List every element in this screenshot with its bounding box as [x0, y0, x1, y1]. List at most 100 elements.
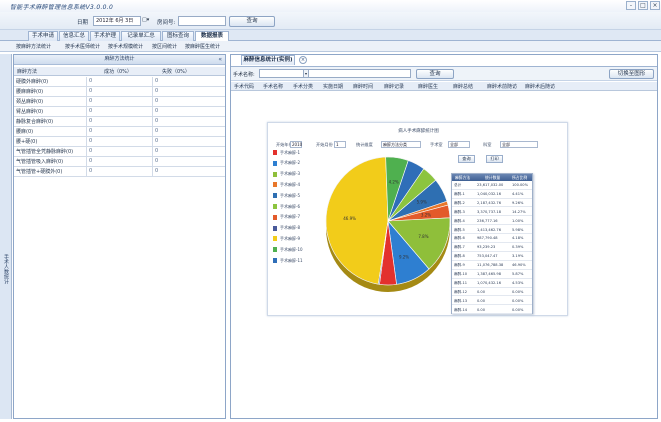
cell-divider: [152, 147, 153, 157]
subtab-by-surgeon[interactable]: 按手术医师统计: [65, 43, 100, 50]
minimize-button[interactable]: -: [626, 1, 636, 10]
pie-chart: 46.9% 4.2% 5.9% 3.2% 7.8% 9.2%: [325, 156, 451, 292]
strip-label: 手术人数统计: [3, 254, 9, 284]
query-button[interactable]: 查询: [229, 16, 275, 27]
filter-select[interactable]: 全部: [500, 141, 538, 148]
maximize-button[interactable]: □: [638, 1, 648, 10]
column-header[interactable]: 麻醉术前随访: [487, 83, 517, 90]
subtab-by-scale[interactable]: 按手术规模统计: [108, 43, 143, 50]
subtab-by-anesthetist[interactable]: 按麻醉医生统计: [185, 43, 220, 50]
stats-name: 麻醉-13: [454, 298, 468, 303]
filter-select[interactable]: 1: [334, 141, 346, 148]
pie-data-label: 46.9%: [343, 216, 356, 221]
report-panel: 麻醉信息统计(实例) × 手术名称: ▾ 查询 切换至图形 手术代码 手术名称 手术…: [230, 54, 658, 419]
report-query-button[interactable]: 查询: [458, 155, 475, 163]
column-header[interactable]: 手术名称: [263, 83, 283, 90]
filter-select[interactable]: 全部: [448, 141, 470, 148]
subtab-by-method[interactable]: 按麻醉方法统计: [16, 43, 51, 50]
stats-row: 麻醉-7 93,239.23 0.39%: [452, 243, 532, 252]
stats-pct: 100.00%: [512, 183, 528, 187]
stats-name: 麻醉-9: [454, 263, 465, 268]
stats-count: 0.00: [477, 307, 486, 312]
stats-pct: 3.19%: [512, 254, 524, 259]
stats-count: 236,777.16: [477, 218, 498, 223]
subtab-by-range[interactable]: 按区间统计: [152, 43, 177, 50]
legend-swatch: [273, 171, 277, 177]
column-header[interactable]: 成功（0%）: [104, 68, 132, 75]
column-header[interactable]: 麻醉记录: [384, 83, 404, 90]
filter-select[interactable]: 2010: [290, 141, 302, 148]
tab-surgery-nursing[interactable]: 手术护理: [90, 31, 120, 41]
surgery-name-input[interactable]: [259, 69, 411, 78]
stats-pct: 0.00%: [512, 298, 524, 303]
date-input[interactable]: 2012年 6月 3日: [93, 16, 141, 26]
dropdown-arrow-icon[interactable]: ▾: [303, 69, 309, 78]
table-row[interactable]: 腰麻麻醉(0) 0 0: [14, 87, 225, 97]
pie-slice[interactable]: [325, 156, 389, 285]
filter-select[interactable]: 麻醉方法分类: [381, 141, 421, 148]
tab-close-icon[interactable]: ×: [299, 56, 307, 64]
stats-row: 总计 23,617,032.00 100.00%: [452, 181, 532, 190]
table-row[interactable]: 腰+硬(0) 0 0: [14, 137, 225, 147]
report-toolbar: 手术名称: ▾ 查询 切换至图形: [231, 66, 657, 81]
tab-surgery-request[interactable]: 手术申请: [28, 31, 58, 41]
column-header[interactable]: 手术分类: [293, 83, 313, 90]
stats-pct: 4.18%: [512, 236, 524, 241]
column-header[interactable]: 麻醉医生: [418, 83, 438, 90]
stats-pct: 0.00%: [512, 307, 524, 312]
column-header[interactable]: 麻醉术后随访: [525, 83, 555, 90]
switch-to-chart-button[interactable]: 切换至图形: [609, 69, 654, 79]
legend-label: 手术麻醉-11: [280, 257, 303, 263]
cell-divider: [152, 117, 153, 127]
stats-pct: 4.41%: [512, 191, 524, 196]
result-grid-header: 手术代码 手术名称 手术分类 实施日期 麻醉时间 麻醉记录 麻醉医生 麻醉总结 麻醉术前随访 麻醉…: [231, 82, 657, 91]
table-row[interactable]: 气管插管吸入麻醉(0) 0 0: [14, 157, 225, 167]
tab-record-summary[interactable]: 记录单汇总: [121, 31, 161, 41]
room-input[interactable]: [178, 16, 226, 26]
left-collapsed-strip[interactable]: 手术人数统计: [0, 54, 12, 419]
table-row[interactable]: 颈丛麻醉(0) 0 0: [14, 97, 225, 107]
stats-table: 麻醉方法 统计数量 所占比例 总计 23,617,032.00 100.00% 麻醉-…: [451, 173, 533, 315]
title-bar: 智能手术麻醉管理信息系统V3.0.0.0 - □ ×: [0, 0, 661, 12]
legend-swatch: [273, 247, 277, 253]
main-tab-bar: 手术申请 信息汇总 手术护理 记录单汇总 图标查询 数据报表: [0, 30, 661, 41]
table-row[interactable]: 气管插管全凭静脉麻醉(0) 0 0: [14, 147, 225, 157]
fail-count: 0: [155, 118, 159, 124]
tab-info-summary[interactable]: 信息汇总: [59, 31, 89, 41]
search-button[interactable]: 查询: [416, 69, 454, 79]
cell-divider: [152, 127, 153, 137]
table-row[interactable]: 臂丛麻醉(0) 0 0: [14, 107, 225, 117]
cell-divider: [86, 147, 87, 157]
column-header[interactable]: 手术代码: [234, 83, 254, 90]
method-name: 静脉复合麻醉(0): [16, 119, 54, 125]
fail-count: 0: [155, 78, 159, 84]
legend-label: 手术麻醉-4: [280, 181, 300, 187]
column-header[interactable]: 实施日期: [323, 83, 343, 90]
table-row[interactable]: 气管插管+硬膜外(0) 0 0: [14, 167, 225, 177]
report-tab[interactable]: 麻醉信息统计(实例): [241, 55, 295, 65]
pie-data-label: 9.2%: [399, 255, 409, 260]
chart-report: 病人手术麻醉统计图 开始年份 2010 开始月份 1 统计维度 麻醉方法分类 手术室 全部 科室…: [267, 122, 568, 316]
table-row[interactable]: 硬膜外麻醉(0) 0 0: [14, 77, 225, 87]
close-button[interactable]: ×: [650, 1, 660, 10]
calendar-dropdown-icon[interactable]: □▾: [142, 17, 149, 23]
cell-divider: [152, 77, 153, 87]
fail-count: 0: [155, 88, 159, 94]
pie-data-label: 4.2%: [389, 179, 399, 184]
cell-divider: [86, 137, 87, 147]
filter-label: 科室: [483, 142, 492, 147]
fail-count: 0: [155, 158, 159, 164]
column-header[interactable]: 麻醉方法: [17, 68, 37, 75]
column-header[interactable]: 麻醉时间: [353, 83, 373, 90]
success-count: 0: [89, 128, 93, 134]
tab-chart-query[interactable]: 图标查询: [162, 31, 194, 41]
tab-data-report[interactable]: 数据报表: [195, 31, 229, 41]
stats-row: 麻醉-13 0.00 0.00%: [452, 297, 532, 306]
table-row[interactable]: 静脉复合麻醉(0) 0 0: [14, 117, 225, 127]
stats-pct: 5.98%: [512, 227, 524, 232]
column-header[interactable]: 麻醉总结: [453, 83, 473, 90]
collapse-icon[interactable]: «: [218, 55, 222, 64]
report-print-button[interactable]: 打印: [486, 155, 503, 163]
column-header[interactable]: 失败（0%）: [162, 68, 190, 75]
table-row[interactable]: 腰麻(0) 0 0: [14, 127, 225, 137]
